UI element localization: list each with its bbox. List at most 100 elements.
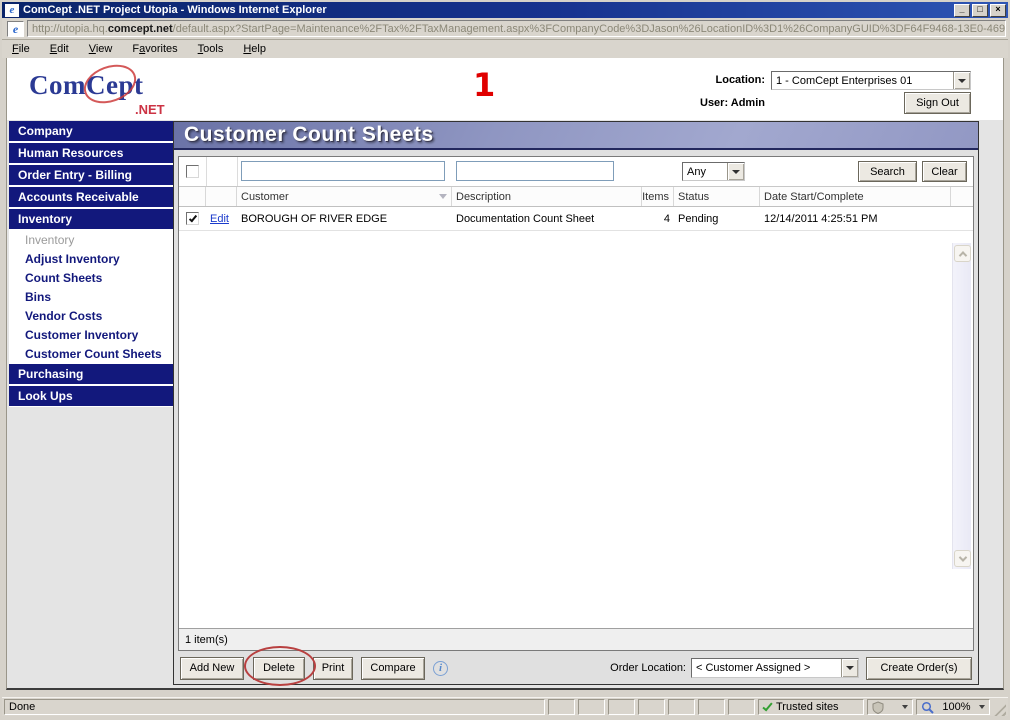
address-bar: e http://utopia.hq. comcept.net/default.a…	[2, 18, 1008, 40]
status-filter-value: Any	[687, 165, 706, 178]
zoom-level-text: 100%	[942, 701, 971, 713]
column-customer[interactable]: Customer	[237, 187, 452, 206]
menu-view[interactable]: View	[89, 43, 113, 55]
info-icon[interactable]: i	[433, 660, 448, 676]
comcept-logo: ComCept .NET	[21, 57, 191, 117]
menu-favorites[interactable]: Favorites	[132, 43, 177, 55]
smartscreen-filter-control[interactable]	[867, 699, 913, 715]
sidebar-item-accounts-receivable[interactable]: Accounts Receivable	[9, 187, 173, 207]
chevron-down-icon	[902, 705, 908, 709]
sign-out-button[interactable]: Sign Out	[904, 92, 971, 114]
cell-customer: BOROUGH OF RIVER EDGE	[241, 212, 388, 225]
menu-edit[interactable]: Edit	[50, 43, 69, 55]
vertical-scrollbar[interactable]	[952, 243, 971, 569]
description-filter-input[interactable]	[456, 161, 614, 181]
table-row: Edit BOROUGH OF RIVER EDGE Documentation…	[179, 207, 973, 231]
compare-button[interactable]: Compare	[361, 656, 425, 680]
logo-net-label: .NET	[135, 102, 165, 117]
page-icon: e	[7, 20, 24, 37]
delete-button[interactable]: Delete	[253, 656, 305, 680]
sidebar-item-inventory[interactable]: Inventory	[9, 209, 173, 229]
sidebar-item-human-resources[interactable]: Human Resources	[9, 143, 173, 163]
sidebar-item-look-ups[interactable]: Look Ups	[9, 386, 173, 406]
sidebar-subitem-inventory: Inventory	[9, 231, 173, 250]
ie-icon: e	[5, 3, 19, 17]
cell-date: 12/14/2011 4:25:51 PM	[764, 212, 878, 225]
grid-panel: Any Search Clear Customer Description It…	[178, 156, 974, 651]
order-location-arrow[interactable]	[841, 659, 858, 677]
scroll-down-button[interactable]	[954, 550, 971, 567]
statusbar-cell	[608, 699, 635, 715]
checkmark-icon	[188, 213, 197, 222]
logo-text: ComCept	[29, 70, 144, 100]
minimize-button[interactable]: _	[954, 3, 970, 17]
chevron-down-icon	[978, 705, 985, 709]
close-button[interactable]: ×	[990, 3, 1006, 17]
statusbar-cell	[668, 699, 695, 715]
cell-description: Documentation Count Sheet	[456, 212, 595, 225]
item-count-text: 1 item(s)	[185, 633, 228, 646]
print-button[interactable]: Print	[313, 656, 353, 680]
customer-filter-input[interactable]	[241, 161, 445, 181]
sidebar-item-purchasing[interactable]: Purchasing	[9, 364, 173, 384]
trusted-check-icon	[762, 700, 773, 712]
order-location-value: < Customer Assigned >	[696, 662, 811, 674]
add-new-button[interactable]: Add New	[180, 656, 244, 680]
url-field[interactable]: http://utopia.hq. comcept.net/default.asp…	[27, 20, 1006, 37]
column-description[interactable]: Description	[452, 187, 642, 206]
chevron-down-icon	[958, 78, 966, 83]
chevron-down-icon	[846, 666, 854, 670]
window-titlebar: e ComCept .NET Project Utopia - Windows …	[2, 2, 1008, 18]
menu-help[interactable]: Help	[243, 43, 266, 55]
zoom-control[interactable]: 100%	[916, 699, 990, 715]
sidebar-subitem-customer-inventory[interactable]: Customer Inventory	[9, 326, 173, 345]
sidebar-subitem-bins[interactable]: Bins	[9, 288, 173, 307]
location-select[interactable]: 1 - ComCept Enterprises 01	[771, 71, 971, 90]
status-text: Done	[4, 699, 545, 715]
search-button[interactable]: Search	[858, 161, 917, 182]
sidebar-item-company[interactable]: Company	[9, 121, 173, 141]
item-count-bar: 1 item(s)	[179, 628, 973, 650]
sidebar-subitem-vendor-costs[interactable]: Vendor Costs	[9, 307, 173, 326]
statusbar-cell	[728, 699, 755, 715]
row-checkbox[interactable]	[186, 212, 199, 225]
chevron-up-icon	[958, 250, 967, 260]
browser-window: e ComCept .NET Project Utopia - Windows …	[0, 0, 1010, 720]
column-date[interactable]: Date Start/Complete	[760, 187, 951, 206]
statusbar-cell	[638, 699, 665, 715]
order-location-select[interactable]: < Customer Assigned >	[691, 658, 859, 678]
status-bar: Done Trusted sites 100%	[2, 697, 1008, 716]
location-select-arrow[interactable]	[953, 72, 970, 89]
sidebar-subitem-customer-count-sheets[interactable]: Customer Count Sheets	[9, 345, 173, 364]
cell-items: 4	[663, 212, 670, 225]
edit-link[interactable]: Edit	[210, 213, 229, 225]
maximize-button[interactable]: □	[972, 3, 988, 17]
sidebar-subitem-adjust-inventory[interactable]: Adjust Inventory	[9, 250, 173, 269]
url-prefix: http://utopia.hq.	[32, 22, 108, 35]
menu-bar: File Edit View Favorites Tools Help	[2, 40, 1008, 58]
clear-button[interactable]: Clear	[922, 161, 967, 182]
table-header: Customer Description Items Status Date S…	[179, 187, 973, 207]
window-title: ComCept .NET Project Utopia - Windows In…	[23, 4, 327, 16]
sidebar-item-order-entry-billing[interactable]: Order Entry - Billing	[9, 165, 173, 185]
sidebar-subitem-count-sheets[interactable]: Count Sheets	[9, 269, 173, 288]
menu-tools[interactable]: Tools	[198, 43, 224, 55]
status-filter-arrow[interactable]	[727, 163, 744, 180]
scroll-up-button[interactable]	[954, 245, 971, 262]
column-status[interactable]: Status	[674, 187, 760, 206]
magnifier-icon	[921, 701, 934, 714]
sort-desc-icon	[439, 194, 447, 199]
cell-status: Pending	[678, 212, 719, 225]
column-items[interactable]: Items	[642, 187, 674, 206]
sidebar-nav: Company Human Resources Order Entry - Bi…	[9, 121, 173, 407]
page-viewport: ComCept .NET 1 Location: 1 - ComCept Ent…	[6, 57, 1004, 690]
window-controls: _ □ ×	[952, 3, 1008, 17]
header-edit-col	[206, 187, 237, 206]
resize-grip[interactable]	[993, 703, 1006, 716]
select-all-checkbox[interactable]	[186, 165, 199, 178]
create-orders-button[interactable]: Create Order(s)	[866, 656, 972, 680]
status-filter-select[interactable]: Any	[682, 162, 745, 181]
location-label: Location:	[715, 74, 766, 86]
menu-file[interactable]: File	[12, 43, 30, 55]
user-label: User: Admin	[700, 97, 765, 109]
